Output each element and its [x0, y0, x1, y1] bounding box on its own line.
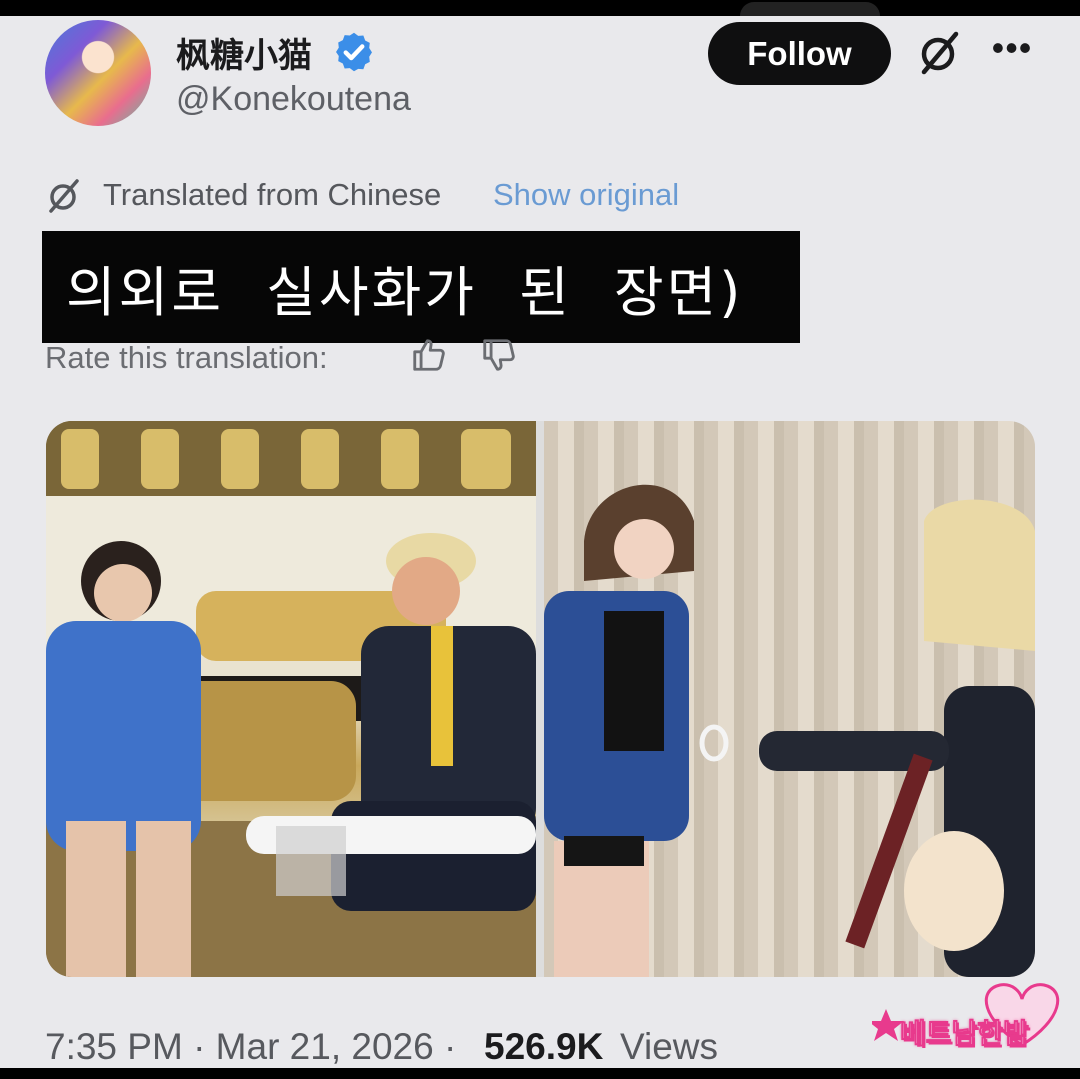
avatar[interactable] [45, 20, 151, 126]
media-grid[interactable] [46, 421, 1035, 977]
views-count: 526.9K [484, 1026, 604, 1067]
views-label: Views [620, 1026, 719, 1067]
follow-button[interactable]: Follow [708, 22, 891, 85]
top-status-strip [0, 0, 1080, 16]
thumbs-up-icon[interactable] [410, 336, 448, 374]
thumbs-down-icon[interactable] [480, 336, 518, 374]
photo-cosplay-recreation-illustration [544, 484, 1035, 977]
bottom-strip [0, 1068, 1080, 1079]
grok-icon[interactable] [914, 28, 964, 78]
more-icon[interactable]: ••• [990, 30, 1034, 74]
rate-translation-label: Rate this translation: [45, 340, 328, 375]
photo-cosplay-recreation[interactable] [544, 421, 1035, 977]
show-original-link[interactable]: Show original [493, 177, 679, 213]
photo-official-meeting[interactable] [46, 421, 536, 977]
watermark-text: 베트남한밤 [900, 1017, 1030, 1051]
post-text: 의외로 실사화가 된 장면) [66, 261, 744, 324]
translate-icon [49, 179, 79, 213]
photo-official-meeting-illustration [46, 421, 536, 977]
handle[interactable]: @Konekoutena [176, 80, 411, 119]
ghost-follow-pill [740, 2, 880, 16]
tweet-screen: 枫糖小猫 @Konekoutena Follow ••• Translated … [0, 0, 1080, 1079]
translated-from-label: Translated from Chinese [103, 177, 442, 212]
display-name[interactable]: 枫糖小猫 [176, 28, 312, 77]
verified-badge-icon [336, 32, 372, 72]
post-timestamp[interactable]: 7:35 PM · Mar 21, 2026 · [45, 1026, 456, 1068]
